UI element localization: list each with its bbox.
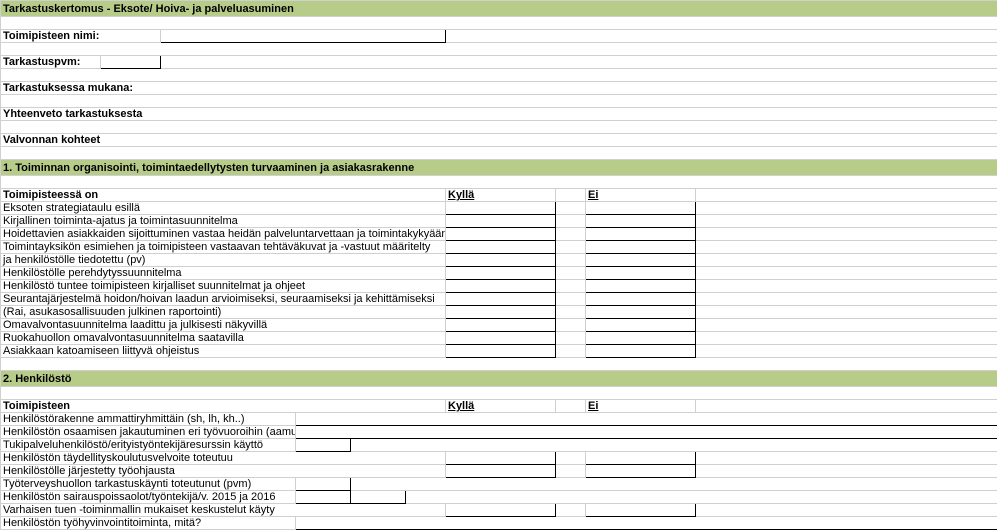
s1-row: Henkilöstölle perehdytyssuunnitelma [1,267,446,280]
s1-yes-9[interactable] [446,319,556,332]
s1-yes-4[interactable] [446,254,556,267]
s1-no-4[interactable] [586,254,696,267]
s1-yes-0[interactable] [446,202,556,215]
s2-small-5[interactable] [296,478,351,491]
s2-row: Henkilöstön täydellityskoulutusvelvoite … [1,452,446,465]
s2-no-3[interactable] [586,452,696,465]
s2-no-7[interactable] [586,504,696,517]
s2-field-1[interactable] [296,426,997,439]
s2-row: Henkilöstön työhyvinvointitoiminta, mitä… [1,517,296,530]
s1-yes-11[interactable] [446,345,556,358]
s1-no-11[interactable] [586,345,696,358]
s2-field-0[interactable] [296,413,997,426]
section2-sub: Toimipisteen [1,400,446,413]
input-toimipiste[interactable] [161,30,446,43]
s2-row: Henkilöstön osaamisen jakautuminen eri t… [1,426,296,439]
s1-yes-8[interactable] [446,306,556,319]
s1-row: Hoidettavien asiakkaiden sijoittuminen v… [1,228,446,241]
label-yhteenveto: Yhteenveto tarkastuksesta [1,108,997,121]
label-tarkastuspvm: Tarkastuspvm: [1,56,101,69]
section1-title: 1. Toiminnan organisointi, toimintaedell… [1,160,997,176]
s2-field-8[interactable] [296,517,997,530]
s1-yes-1[interactable] [446,215,556,228]
s1-row: Ruokahuollon omavalvontasuunnitelma saat… [1,332,446,345]
section1-sub: Toimipisteessä on [1,189,446,202]
s2-small-6a[interactable] [296,491,351,504]
s1-yes-2[interactable] [446,228,556,241]
s1-row: Asiakkaan katoamiseen liittyvä ohjeistus [1,345,446,358]
s1-no-8[interactable] [586,306,696,319]
s1-no-2[interactable] [586,228,696,241]
label-mukana: Tarkastuksessa mukana: [1,82,997,95]
s2-small-6b[interactable] [351,491,406,504]
s1-row: ja henkilöstölle tiedotettu (pv) [1,254,446,267]
s2-yes-4[interactable] [446,465,556,478]
page-title: Tarkastuskertomus - Eksote/ Hoiva- ja pa… [1,1,997,17]
s1-row: Omavalvontasuunnitelma laadittu ja julki… [1,319,446,332]
col-kylla2: Kyllä [446,400,556,413]
s2-yes-3[interactable] [446,452,556,465]
s2-row: Työterveyshuollon tarkastuskäynti toteut… [1,478,296,491]
section2-title: 2. Henkilöstö [1,371,997,387]
s1-row: Kirjallinen toiminta-ajatus ja toimintas… [1,215,446,228]
s1-yes-5[interactable] [446,267,556,280]
col-ei: Ei [586,189,696,202]
spreadsheet-grid: Tarkastuskertomus - Eksote/ Hoiva- ja pa… [0,0,997,530]
s1-row: Eksoten strategiataulu esillä [1,202,446,215]
s2-row: Tukipalveluhenkilöstö/erityistyöntekijär… [1,439,296,452]
s1-yes-6[interactable] [446,280,556,293]
s1-row: Toimintayksikön esimiehen ja toimipistee… [1,241,446,254]
s2-yes-7[interactable] [446,504,556,517]
s1-no-9[interactable] [586,319,696,332]
s1-row: Henkilöstö tuntee toimipisteen kirjallis… [1,280,446,293]
s1-row: Seurantajärjestelmä hoidon/hoivan laadun… [1,293,446,306]
s2-no-4[interactable] [586,465,696,478]
s1-row: (Rai, asukasosallisuuden julkinen raport… [1,306,446,319]
s2-row: Henkilöstön sairauspoissaolot/työntekijä… [1,491,296,504]
s1-no-3[interactable] [586,241,696,254]
s1-no-0[interactable] [586,202,696,215]
s1-yes-7[interactable] [446,293,556,306]
s2-small-2[interactable] [296,439,351,452]
s1-no-7[interactable] [586,293,696,306]
s1-no-5[interactable] [586,267,696,280]
s1-yes-10[interactable] [446,332,556,345]
s1-yes-3[interactable] [446,241,556,254]
s2-row: Henkilöstörakenne ammattiryhmittäin (sh,… [1,413,296,426]
input-tarkastuspvm[interactable] [101,56,161,69]
col-ei2: Ei [586,400,696,413]
col-kylla: Kyllä [446,189,556,202]
label-toimipiste: Toimipisteen nimi: [1,30,161,43]
s2-row: Henkilöstölle järjestetty työohjausta [1,465,446,478]
s1-no-10[interactable] [586,332,696,345]
label-valvonnan: Valvonnan kohteet [1,134,997,147]
s1-no-6[interactable] [586,280,696,293]
s1-no-1[interactable] [586,215,696,228]
s2-row: Varhaisen tuen -toiminmallin mukaiset ke… [1,504,446,517]
